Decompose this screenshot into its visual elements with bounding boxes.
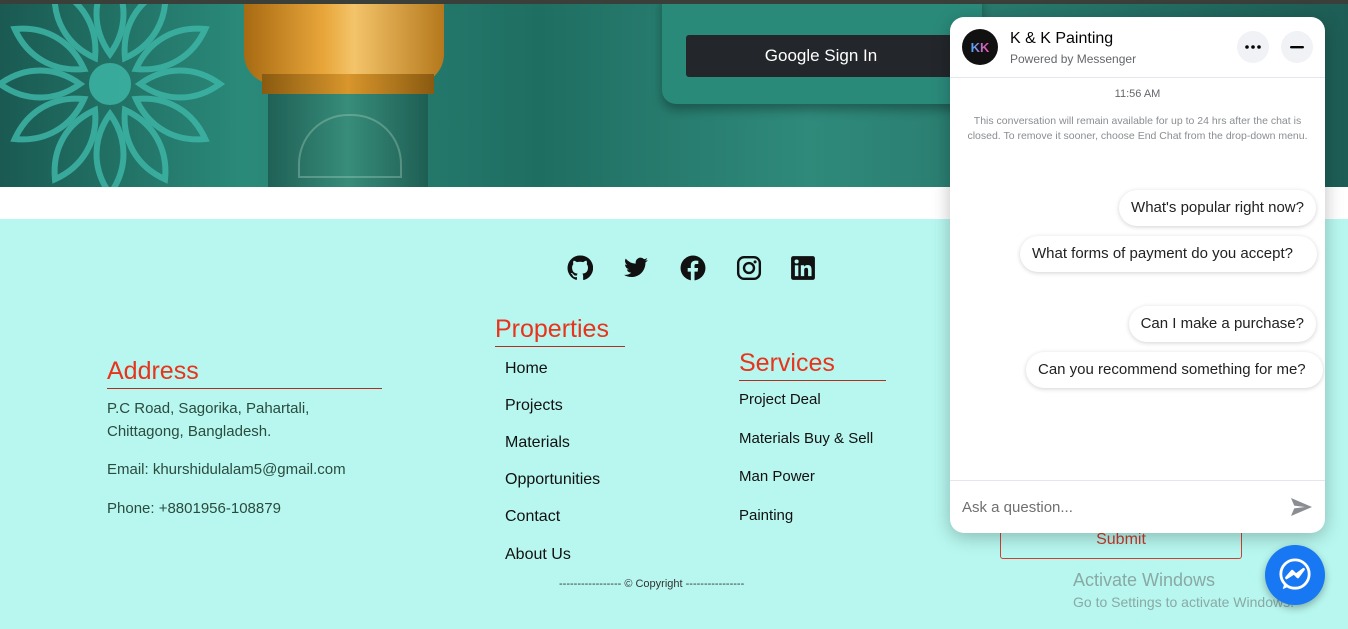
footer-link-home[interactable]: Home [505, 360, 548, 378]
chat-notice: This conversation will remain available … [967, 115, 1308, 142]
google-sign-in-button[interactable]: Google Sign In [686, 35, 956, 77]
vase-body-image [268, 94, 428, 187]
more-options-button[interactable] [1237, 31, 1269, 63]
vase-top-image [244, 4, 444, 84]
footer-link-about-us[interactable]: About Us [505, 546, 571, 564]
suggestion-bubble[interactable]: Can I make a purchase? [1128, 306, 1316, 342]
address-title: Address [107, 357, 382, 389]
instagram-icon[interactable] [736, 255, 762, 281]
messenger-launcher-button[interactable] [1265, 545, 1325, 605]
footer-link-opportunities[interactable]: Opportunities [505, 471, 600, 489]
service-link-project-deal[interactable]: Project Deal [739, 391, 821, 408]
properties-title: Properties [495, 315, 625, 347]
linkedin-icon[interactable] [790, 255, 816, 281]
watermark-line-2: Go to Settings to activate Windows. [1073, 594, 1294, 610]
minimize-button[interactable] [1281, 31, 1313, 63]
avatar-initials: KK [970, 39, 990, 55]
chat-composer [950, 480, 1325, 533]
services-title: Services [739, 349, 886, 381]
minimize-icon [1290, 45, 1304, 48]
phone-text: Phone: +8801956-108879 [107, 500, 281, 517]
suggestion-bubble[interactable]: Can you recommend something for me? [1026, 352, 1323, 388]
suggestion-bubble[interactable]: What forms of payment do you accept? [1020, 236, 1317, 272]
service-link-materials[interactable]: Materials Buy & Sell [739, 430, 873, 447]
more-dots-icon [1245, 45, 1261, 49]
address-line-2: Chittagong, Bangladesh. [107, 423, 272, 440]
github-icon[interactable] [567, 255, 593, 281]
vase-neck-image [262, 74, 434, 94]
chat-business-name: K & K Painting [1010, 30, 1114, 47]
send-icon[interactable] [1289, 495, 1313, 519]
chat-subtitle: Powered by Messenger [1010, 52, 1137, 66]
activate-windows-watermark: Activate Windows Go to Settings to activ… [1073, 570, 1294, 610]
avatar: KK [962, 29, 998, 65]
twitter-icon[interactable] [623, 255, 649, 281]
service-link-painting[interactable]: Painting [739, 507, 793, 524]
messenger-icon [1279, 558, 1311, 590]
service-link-man-power[interactable]: Man Power [739, 468, 815, 485]
footer-link-projects[interactable]: Projects [505, 397, 563, 415]
chat-timestamp: 11:56 AM [1114, 88, 1161, 100]
mandala-decoration [0, 4, 226, 187]
chat-header: KK K & K Painting Powered by Messenger [950, 17, 1325, 78]
messenger-chat-window: KK K & K Painting Powered by Messenger 1… [950, 17, 1325, 533]
footer-link-materials[interactable]: Materials [505, 434, 570, 452]
suggestion-bubble[interactable]: What's popular right now? [1119, 190, 1316, 226]
copyright-text: ----------------- © Copyright ----------… [559, 578, 745, 590]
chat-message-input[interactable] [962, 493, 1282, 521]
email-text: Email: khurshidulalam5@gmail.com [107, 461, 346, 478]
watermark-line-1: Activate Windows [1073, 570, 1216, 590]
facebook-icon[interactable] [680, 255, 706, 281]
address-line-1: P.C Road, Sagorika, Pahartali, [107, 400, 310, 417]
footer-link-contact[interactable]: Contact [505, 508, 560, 526]
